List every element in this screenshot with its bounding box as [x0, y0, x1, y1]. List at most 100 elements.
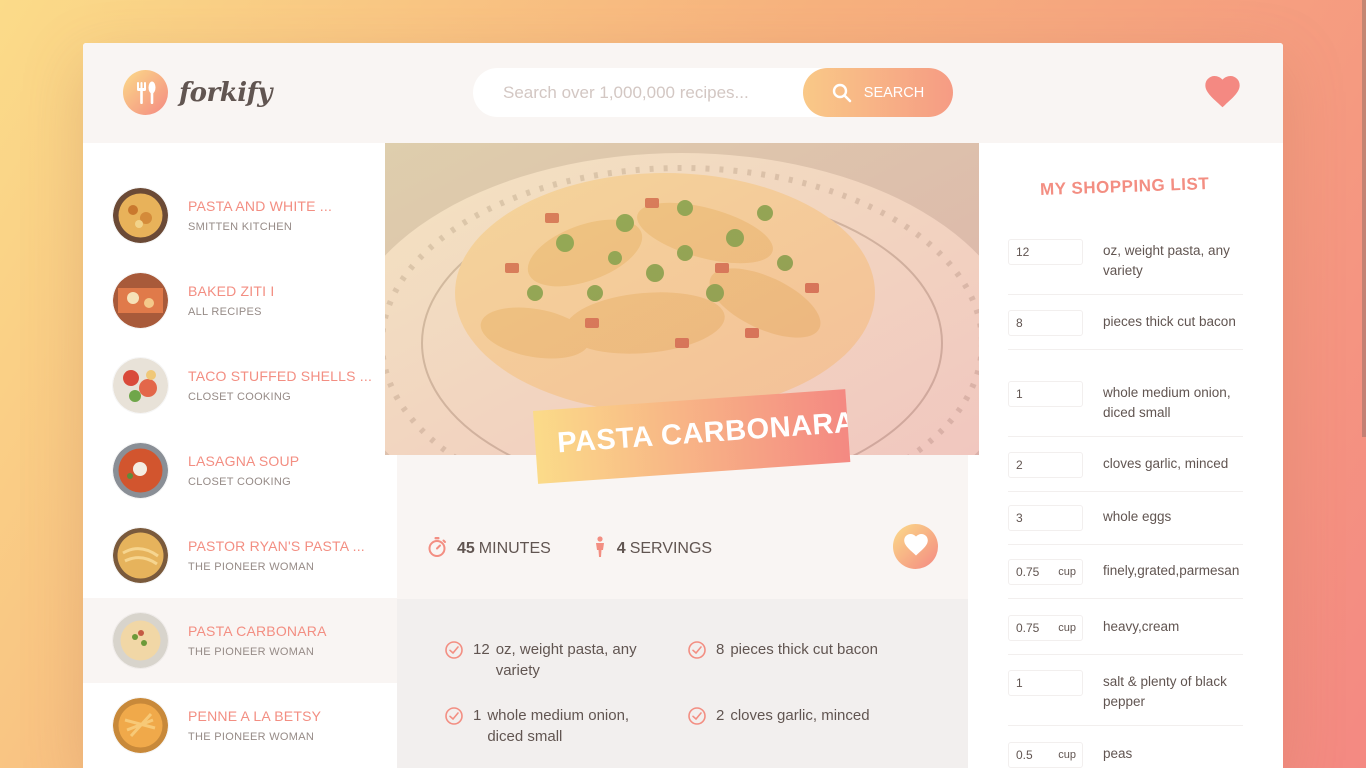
ingredient-desc: pieces thick cut bacon: [730, 641, 878, 658]
shopping-item: pieces thick cut bacon: [1008, 310, 1243, 350]
ingredient-desc: oz, weight pasta, any variety: [495, 641, 637, 679]
heart-icon: [903, 533, 928, 560]
recipe-thumbnail: [113, 528, 168, 583]
shopping-item-desc: peas: [1103, 746, 1133, 761]
recipe-servings: 4 SERVINGS: [593, 535, 713, 563]
result-author: ALL RECIPES: [188, 306, 262, 318]
likes-menu[interactable]: [1205, 76, 1240, 112]
heart-icon: [1205, 76, 1240, 112]
quantity-unit: cup: [1058, 622, 1076, 634]
result-author: THE PIONEER WOMAN: [188, 561, 315, 573]
result-item[interactable]: BAKED ZITI I ALL RECIPES: [83, 258, 397, 343]
search-button[interactable]: SEARCH: [803, 68, 953, 117]
recipe-time: 45 MINUTES: [427, 536, 551, 563]
result-item[interactable]: PASTOR RYAN'S PASTA ... THE PIONEER WOMA…: [83, 513, 397, 598]
quantity-field: [1008, 505, 1083, 531]
shopping-list: MY SHOPPING LIST oz, weight pasta, any v…: [980, 143, 1283, 768]
ingredient-item: 12 oz, weight pasta, any variety: [445, 639, 688, 681]
quantity-unit: cup: [1058, 566, 1076, 578]
fork-knife-icon: [123, 70, 168, 115]
check-circle-icon: [445, 641, 463, 659]
search-results: PASTA AND WHITE ... SMITTEN KITCHEN BAKE…: [83, 143, 397, 768]
logo-text: forkify: [179, 77, 272, 108]
result-title: TACO STUFFED SHELLS ...: [188, 368, 373, 384]
ingredient-desc: cloves garlic, minced: [730, 707, 870, 724]
shopping-item: cloves garlic, minced: [1008, 452, 1243, 492]
quantity-unit: cup: [1058, 749, 1076, 761]
recipe-details: 45 MINUTES 4 SERVINGS: [397, 498, 968, 600]
result-author: SMITTEN KITCHEN: [188, 221, 293, 233]
stopwatch-icon: [427, 536, 447, 563]
result-author: THE PIONEER WOMAN: [188, 646, 315, 658]
quantity-input[interactable]: [1015, 511, 1053, 525]
recipe-thumbnail: [113, 188, 168, 243]
ingredient-item: 8 pieces thick cut bacon: [688, 639, 931, 681]
shopping-item-desc: salt & plenty of black pepper: [1103, 674, 1227, 709]
recipe-time-unit: MINUTES: [478, 540, 551, 557]
quantity-field: [1008, 452, 1083, 478]
quantity-input[interactable]: [1015, 458, 1053, 472]
shopping-item-desc: oz, weight pasta, any variety: [1103, 243, 1230, 278]
shopping-list-title: MY SHOPPING LIST: [1039, 174, 1210, 199]
shopping-item-desc: heavy,cream: [1103, 619, 1180, 634]
search-input[interactable]: [473, 68, 803, 117]
logo[interactable]: forkify: [123, 70, 272, 115]
quantity-input[interactable]: [1015, 245, 1053, 259]
result-item[interactable]: LASAGNA SOUP CLOSET COOKING: [83, 428, 397, 513]
quantity-input[interactable]: [1015, 387, 1053, 401]
shopping-item-desc: whole eggs: [1103, 509, 1172, 524]
recipe-thumbnail: [113, 443, 168, 498]
result-author: THE PIONEER WOMAN: [188, 731, 315, 743]
shopping-item: cup finely,grated,parmesan: [1008, 559, 1243, 599]
quantity-input[interactable]: [1015, 316, 1053, 330]
recipe-thumbnail: [113, 698, 168, 753]
ingredient-count: 2: [716, 707, 725, 724]
person-icon: [593, 535, 607, 563]
shopping-item: salt & plenty of black pepper: [1008, 670, 1243, 726]
result-item[interactable]: PENNE A LA BETSY THE PIONEER WOMAN: [83, 683, 397, 768]
ingredient-count: 12: [473, 641, 490, 658]
result-title: PASTA AND WHITE ...: [188, 198, 333, 214]
recipe-ingredients: 12 oz, weight pasta, any variety 8 piece…: [397, 599, 968, 768]
shopping-item: oz, weight pasta, any variety: [1008, 239, 1243, 295]
result-title: LASAGNA SOUP: [188, 453, 300, 469]
page-scrollbar[interactable]: [1362, 0, 1366, 437]
recipe-view: PASTA CARBONARA 45 MINUTES 4 SERVINGS 12…: [385, 143, 979, 768]
shopping-item: cup peas: [1008, 742, 1243, 768]
forkify-app: forkify SEARCH: [83, 43, 1283, 768]
quantity-input[interactable]: [1015, 621, 1053, 635]
ingredient-count: 8: [716, 641, 725, 658]
result-item[interactable]: PASTA AND WHITE ... SMITTEN KITCHEN: [83, 173, 397, 258]
check-circle-icon: [688, 707, 706, 725]
result-author: CLOSET COOKING: [188, 476, 292, 488]
quantity-input[interactable]: [1015, 676, 1053, 690]
quantity-field: cup: [1008, 615, 1083, 641]
shopping-item: cup heavy,cream: [1008, 615, 1243, 655]
quantity-field: [1008, 381, 1083, 407]
ingredient-desc: whole medium onion, diced small: [487, 707, 630, 745]
result-author: CLOSET COOKING: [188, 391, 292, 403]
ingredient-item: 2 cloves garlic, minced: [688, 705, 931, 747]
quantity-input[interactable]: [1015, 565, 1053, 579]
result-item[interactable]: TACO STUFFED SHELLS ... CLOSET COOKING: [83, 343, 397, 428]
quantity-input[interactable]: [1015, 748, 1053, 762]
quantity-field: [1008, 310, 1083, 336]
recipe-thumbnail: [113, 273, 168, 328]
ingredient-count: 1: [473, 707, 482, 724]
shopping-item-desc: whole medium onion, diced small: [1103, 385, 1231, 420]
search-icon: [832, 83, 852, 103]
shopping-item-desc: finely,grated,parmesan: [1103, 563, 1240, 578]
result-title: PASTA CARBONARA: [188, 623, 327, 639]
recipe-thumbnail: [113, 358, 168, 413]
ingredient-item: 1 whole medium onion, diced small: [445, 705, 688, 747]
ingredient-list: 12 oz, weight pasta, any variety 8 piece…: [445, 639, 968, 747]
like-recipe-button[interactable]: [893, 524, 938, 569]
header: forkify SEARCH: [83, 43, 1283, 143]
result-title: PASTOR RYAN'S PASTA ...: [188, 538, 365, 554]
shopping-item-desc: pieces thick cut bacon: [1103, 314, 1236, 329]
recipe-servings-unit: SERVINGS: [629, 540, 713, 557]
quantity-field: [1008, 239, 1083, 265]
quantity-field: cup: [1008, 559, 1083, 585]
search-form: SEARCH: [473, 68, 953, 117]
result-item-active[interactable]: PASTA CARBONARA THE PIONEER WOMAN: [83, 598, 397, 683]
